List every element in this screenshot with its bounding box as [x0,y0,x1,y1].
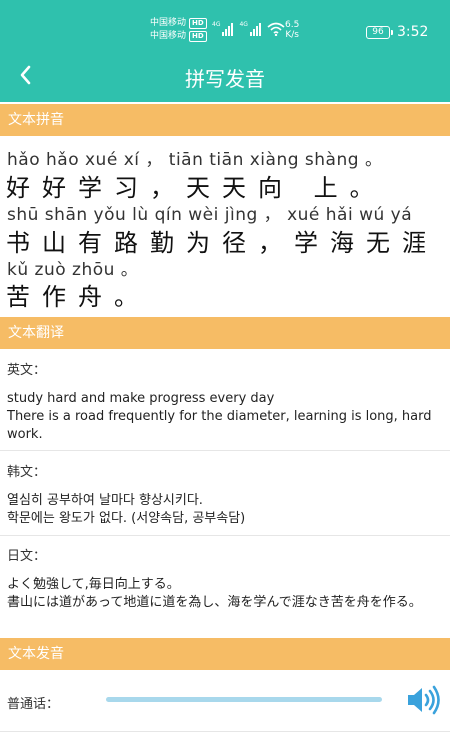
korean-text-2: 학문에는 왕도가 없다. (서양속담, 공부속담) [7,511,246,526]
wifi-icon [267,22,285,36]
divider [0,535,450,536]
japanese-text-1: よく勉強して,毎日向上する。 [7,577,180,592]
network-type-1: 4G [212,21,221,28]
speed-value: 6.5 [285,20,300,30]
speaker-icon[interactable] [406,685,442,715]
hanzi-line: 好好学习，天天向 上。 [6,174,386,202]
english-text-1: study hard and make progress every day [7,391,275,406]
english-text-2: There is a road frequently for the diame… [7,409,432,442]
clock: 3:52 [397,24,429,40]
app-header: 拼写发音 [0,50,450,102]
hanzi-line: 苦作舟。 [6,283,150,311]
network-speed: 6.5 K/s [285,20,299,40]
hd-badge-2: HD [189,31,207,42]
english-translation: study hard and make progress every day T… [7,390,445,444]
mandarin-label: 普通话： [7,697,60,712]
signal-strength-icon: 4G [212,21,234,36]
battery-level: 96 [372,27,384,37]
english-label: 英文： [7,363,47,378]
signal-indicators: 4G 4G [212,21,285,36]
signal-strength-icon: 4G [239,21,261,36]
divider [0,731,450,732]
pinyin-line: hǎo hǎo xué xí ， tiān tiān xiàng shàng 。 [7,150,383,170]
audio-section-header: 文本发音 [0,638,450,670]
battery-icon: 96 [366,26,393,39]
korean-translation: 열심히 공부하여 날마다 향상시키다. 학문에는 왕도가 없다. (서양속담, … [7,492,445,528]
carrier-info: 中国移动 HD 中国移动 HD [150,17,207,43]
audio-progress-bar[interactable] [106,697,382,702]
hd-badge-1: HD [189,18,207,29]
hanzi-line: 书山有路勤为径，学海无涯 [6,229,438,257]
japanese-text-2: 書山には道があって地道に道を為し、海を学んで涯なき苦を舟を作る。 [7,595,422,610]
divider [0,450,450,451]
pinyin-line: shū shān yǒu lù qín wèi jìng ， xué hǎi w… [7,205,413,225]
page-title: 拼写发音 [185,67,265,91]
carrier-name-2: 中国移动 [150,31,187,41]
japanese-label: 日文： [7,549,47,564]
speed-unit: K/s [285,30,299,40]
network-type-2: 4G [239,21,248,28]
translation-section-header: 文本翻译 [0,317,450,349]
carrier-name-1: 中国移动 [150,18,187,28]
korean-label: 韩文： [7,465,47,480]
japanese-translation: よく勉強して,毎日向上する。 書山には道があって地道に道を為し、海を学んで涯なき… [7,576,445,612]
pinyin-section-header: 文本拼音 [0,104,450,136]
status-bar: 中国移动 HD 中国移动 HD 4G 4G 6.5 K/s 96 3:52 [0,0,450,50]
korean-text-1: 열심히 공부하여 날마다 향상시키다. [7,493,203,508]
